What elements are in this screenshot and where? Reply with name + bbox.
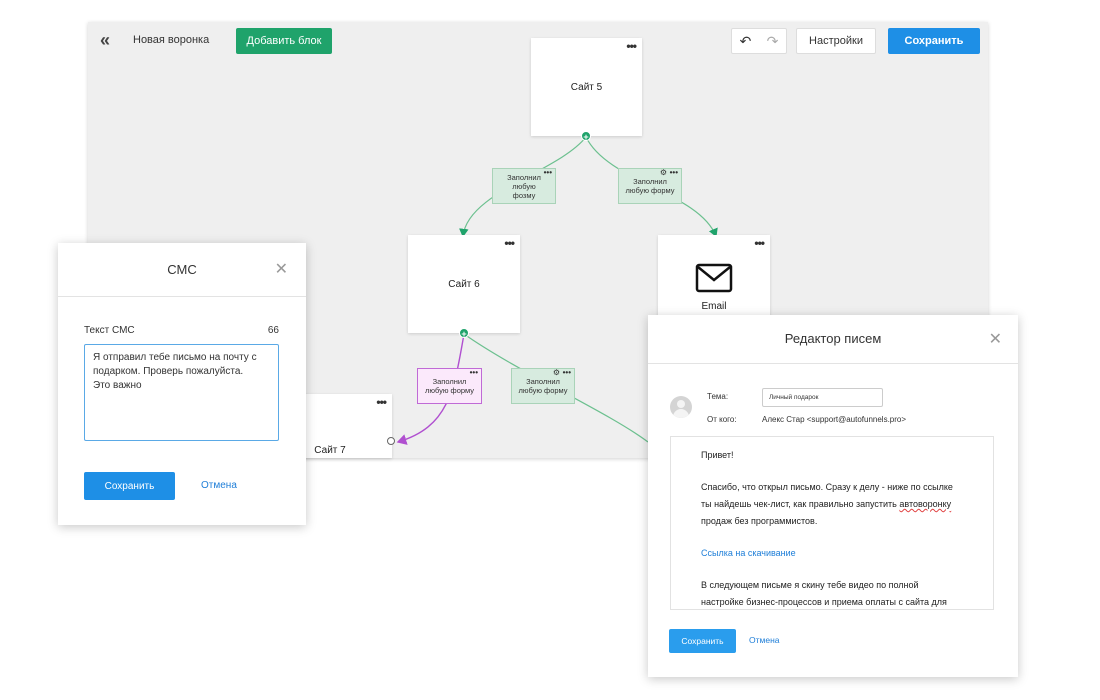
- close-icon[interactable]: ✕: [989, 329, 1002, 349]
- add-block-button[interactable]: Добавить блок: [236, 28, 332, 54]
- modal-title: СМС: [167, 262, 197, 277]
- node-site5[interactable]: ••• Сайт 5: [531, 38, 642, 136]
- sms-char-count: 66: [267, 325, 279, 336]
- email-paragraph: Спасибо, что открыл письмо. Сразу к делу…: [701, 482, 953, 526]
- sms-modal: СМС ✕ Текст СМС 66 Я отправил тебе письм…: [58, 243, 306, 525]
- subject-input[interactable]: Личный подарок: [762, 388, 883, 407]
- avatar: [670, 396, 692, 418]
- condition-label: Заполнил любую форму: [424, 377, 475, 395]
- node-menu-icon[interactable]: •••: [376, 395, 387, 409]
- sms-text-label: Текст СМС: [84, 325, 135, 336]
- condition-menu-icon[interactable]: •••: [470, 368, 478, 377]
- node-menu-icon[interactable]: •••: [754, 236, 765, 250]
- from-label: От кого:: [707, 415, 737, 424]
- condition-menu-icon[interactable]: •••: [563, 368, 571, 377]
- condition-menu-icon[interactable]: •••: [670, 168, 678, 177]
- misspelled-word: автоворонку: [899, 499, 952, 509]
- history-controls: ↶ ↷: [731, 28, 787, 54]
- funnel-title: Новая воронка: [133, 34, 210, 46]
- node-site6[interactable]: ••• Сайт 6: [408, 235, 520, 333]
- add-link-icon[interactable]: +: [581, 131, 591, 142]
- gear-icon[interactable]: ⚙: [660, 168, 667, 177]
- settings-button[interactable]: Настройки: [796, 28, 876, 54]
- condition-label: Заполнил любую фозму: [507, 172, 541, 200]
- node-menu-icon[interactable]: •••: [626, 39, 637, 53]
- condition-block[interactable]: ⚙ ••• Заполнил любую форму: [618, 168, 682, 204]
- condition-block-selected[interactable]: ••• Заполнил любую форму: [417, 368, 482, 404]
- condition-block[interactable]: ⚙ ••• Заполнил любую форму: [511, 368, 575, 404]
- save-funnel-button[interactable]: Сохранить: [888, 28, 980, 54]
- modal-title: Редактор писем: [784, 331, 882, 346]
- sms-cancel-link[interactable]: Отмена: [201, 480, 237, 491]
- node-label: Сайт 5: [570, 81, 603, 93]
- condition-label: Заполнил любую форму: [625, 177, 675, 195]
- subject-label: Тема:: [707, 392, 729, 401]
- undo-icon[interactable]: ↶: [740, 33, 752, 50]
- email-paragraph: В следующем письме я скину тебе видео по…: [701, 580, 947, 607]
- email-cancel-link[interactable]: Отмена: [749, 635, 780, 645]
- close-icon[interactable]: ✕: [275, 259, 288, 279]
- modal-header: Редактор писем ✕: [648, 315, 1018, 364]
- node-label: Сайт 6: [448, 278, 480, 290]
- back-icon[interactable]: «: [100, 30, 110, 51]
- email-editor-modal: Редактор писем ✕ Тема: Личный подарок От…: [648, 315, 1018, 677]
- condition-menu-icon[interactable]: •••: [544, 168, 552, 177]
- condition-block[interactable]: ••• Заполнил любую фозму: [492, 168, 556, 204]
- from-value[interactable]: Алекс Стар <support@autofunnels.pro>: [762, 415, 906, 424]
- node-menu-icon[interactable]: •••: [504, 236, 515, 250]
- email-save-button[interactable]: Сохранить: [669, 629, 736, 653]
- modal-header: СМС ✕: [58, 243, 306, 297]
- add-link-icon[interactable]: +: [459, 328, 469, 339]
- email-body-editor[interactable]: Привет! Спасибо, что открыл письмо. Сраз…: [670, 436, 994, 610]
- gear-icon[interactable]: ⚙: [553, 368, 560, 377]
- input-port[interactable]: [387, 437, 395, 445]
- condition-label: Заполнил любую форму: [518, 377, 568, 395]
- email-greeting: Привет!: [701, 450, 734, 460]
- redo-icon[interactable]: ↷: [767, 33, 779, 50]
- envelope-icon: [695, 263, 733, 292]
- sms-textarea[interactable]: Я отправил тебе письмо на почту с подарк…: [84, 344, 279, 441]
- sms-save-button[interactable]: Сохранить: [84, 472, 175, 500]
- node-label: Email: [701, 300, 727, 312]
- download-link[interactable]: Ссылка на скачивание: [701, 545, 963, 562]
- node-label: Сайт 7: [314, 445, 346, 456]
